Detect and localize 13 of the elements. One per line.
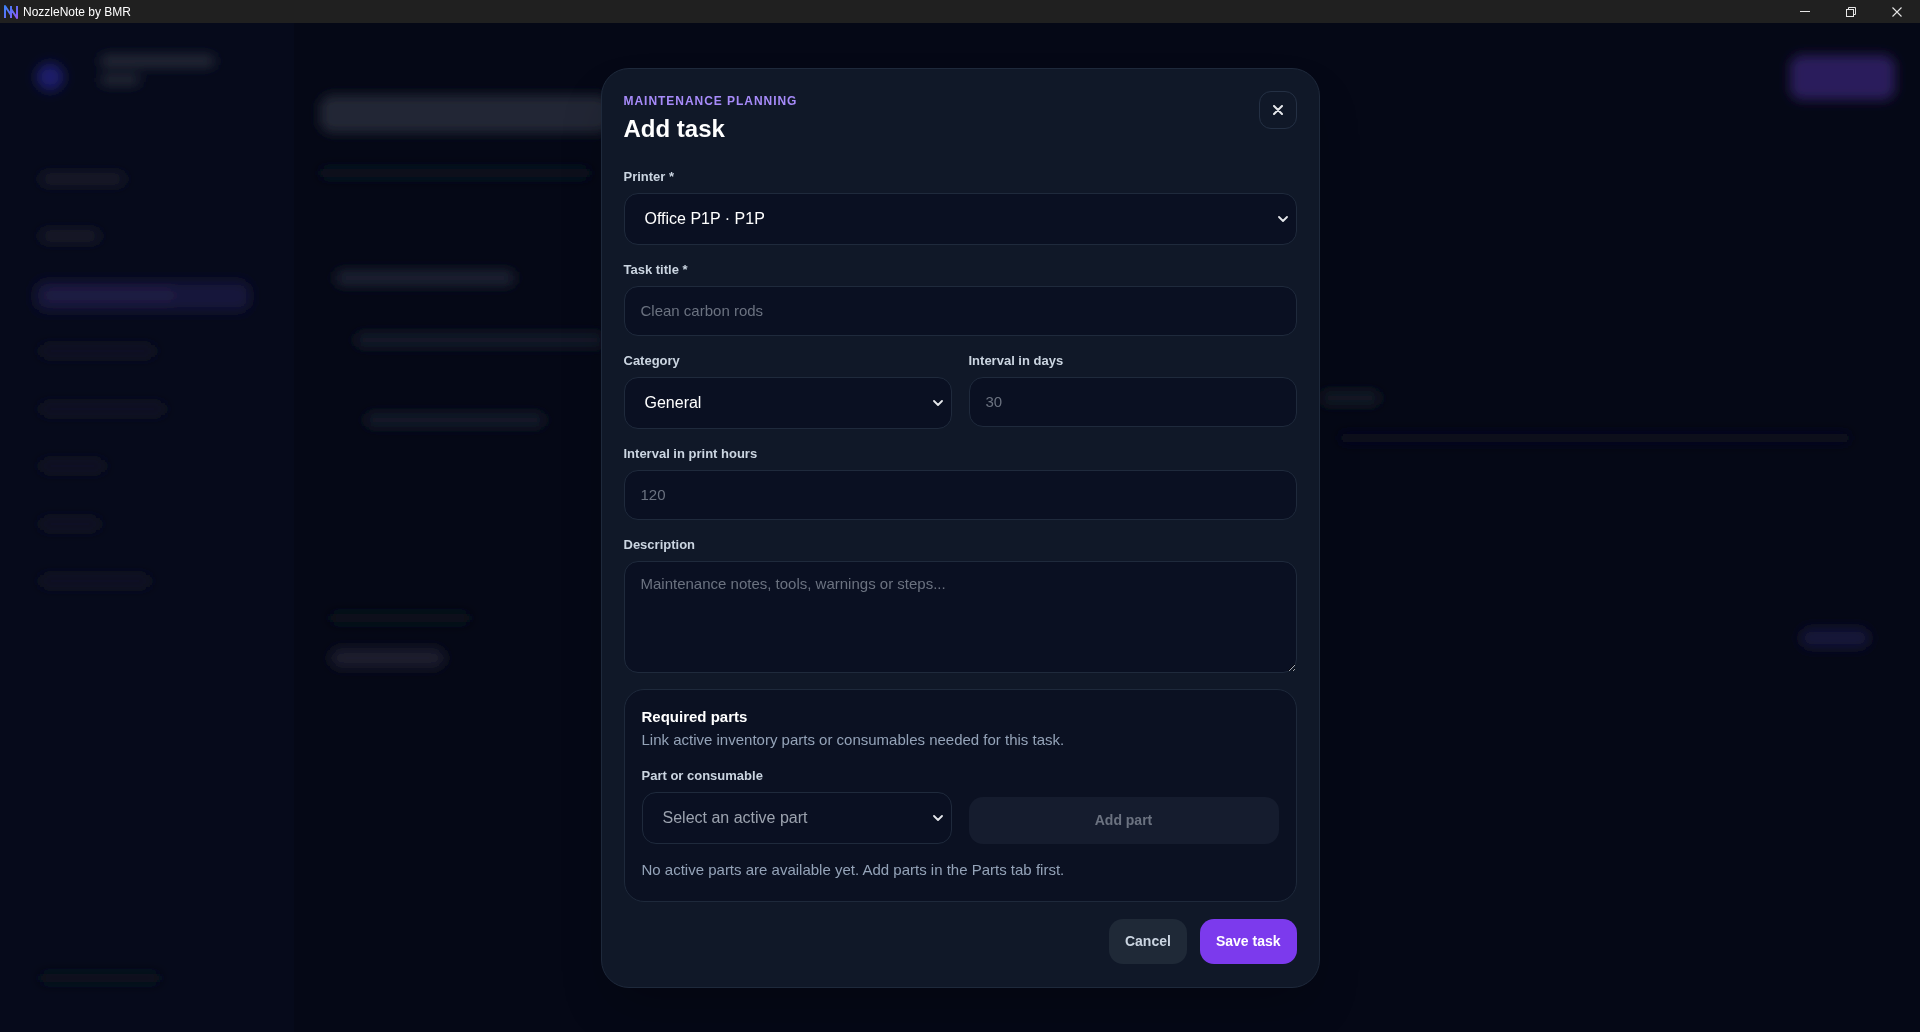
panel-title: Required parts	[641, 706, 749, 727]
window-title: NozzleNote by BMR	[23, 3, 132, 21]
chevron-down-icon	[932, 814, 943, 821]
panel-description: Link active inventory parts or consumables needed for this task.	[641, 729, 1066, 750]
empty-parts-note: No active parts are available yet. Add parts in the Parts tab first.	[641, 859, 1066, 880]
restore-icon	[1846, 6, 1856, 17]
save-button[interactable]: Save task	[1199, 918, 1297, 964]
select-field[interactable]: Select an active part	[641, 791, 952, 844]
minimize-icon	[1800, 11, 1810, 12]
app-logo-icon	[4, 4, 18, 19]
close-icon	[1892, 6, 1902, 17]
cancel-button[interactable]: Cancel	[1108, 918, 1187, 964]
field-label: Part or consumable	[641, 767, 764, 784]
